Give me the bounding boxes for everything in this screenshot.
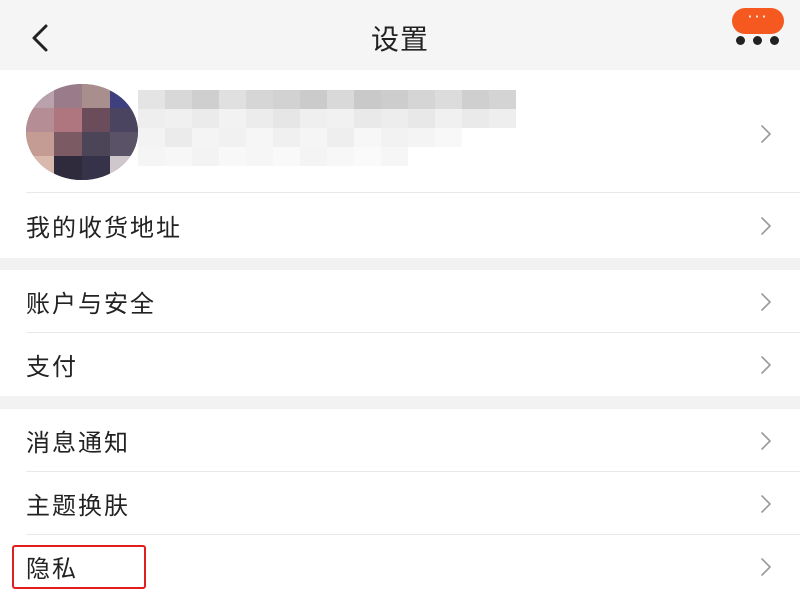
row-theme[interactable]: 主题换肤 bbox=[0, 472, 800, 534]
divider bbox=[26, 192, 800, 193]
avatar-pixelated bbox=[26, 84, 138, 180]
row-account-security[interactable]: 账户与安全 bbox=[0, 270, 800, 332]
row-label: 账户与安全 bbox=[26, 290, 156, 318]
profile-row[interactable] bbox=[0, 0, 800, 192]
chevron-right-icon bbox=[761, 125, 771, 143]
profile-name-pixelated bbox=[138, 90, 522, 166]
settings-screen: 设置 ··· 我的收货地址 账户与安全 支付 消息通知 主题换肤 隐私 bbox=[0, 0, 800, 600]
row-label: 隐私 bbox=[26, 555, 78, 583]
group-profile: 我的收货地址 bbox=[0, 70, 800, 258]
chevron-right-icon bbox=[761, 293, 771, 311]
group-account: 账户与安全 支付 bbox=[0, 270, 800, 396]
row-payment[interactable]: 支付 bbox=[0, 333, 800, 395]
row-label: 主题换肤 bbox=[26, 492, 130, 520]
chevron-right-icon bbox=[761, 495, 771, 513]
chevron-right-icon bbox=[761, 558, 771, 576]
avatar bbox=[26, 84, 138, 180]
chevron-right-icon bbox=[761, 356, 771, 374]
row-notifications[interactable]: 消息通知 bbox=[0, 409, 800, 471]
row-label: 消息通知 bbox=[26, 429, 130, 457]
chevron-right-icon bbox=[761, 217, 771, 235]
row-shipping-address[interactable]: 我的收货地址 bbox=[0, 194, 800, 256]
chevron-right-icon bbox=[761, 432, 771, 450]
row-label: 我的收货地址 bbox=[26, 214, 182, 242]
row-label: 支付 bbox=[26, 353, 78, 381]
group-preferences: 消息通知 主题换肤 隐私 bbox=[0, 409, 800, 600]
row-privacy[interactable]: 隐私 bbox=[0, 535, 800, 597]
